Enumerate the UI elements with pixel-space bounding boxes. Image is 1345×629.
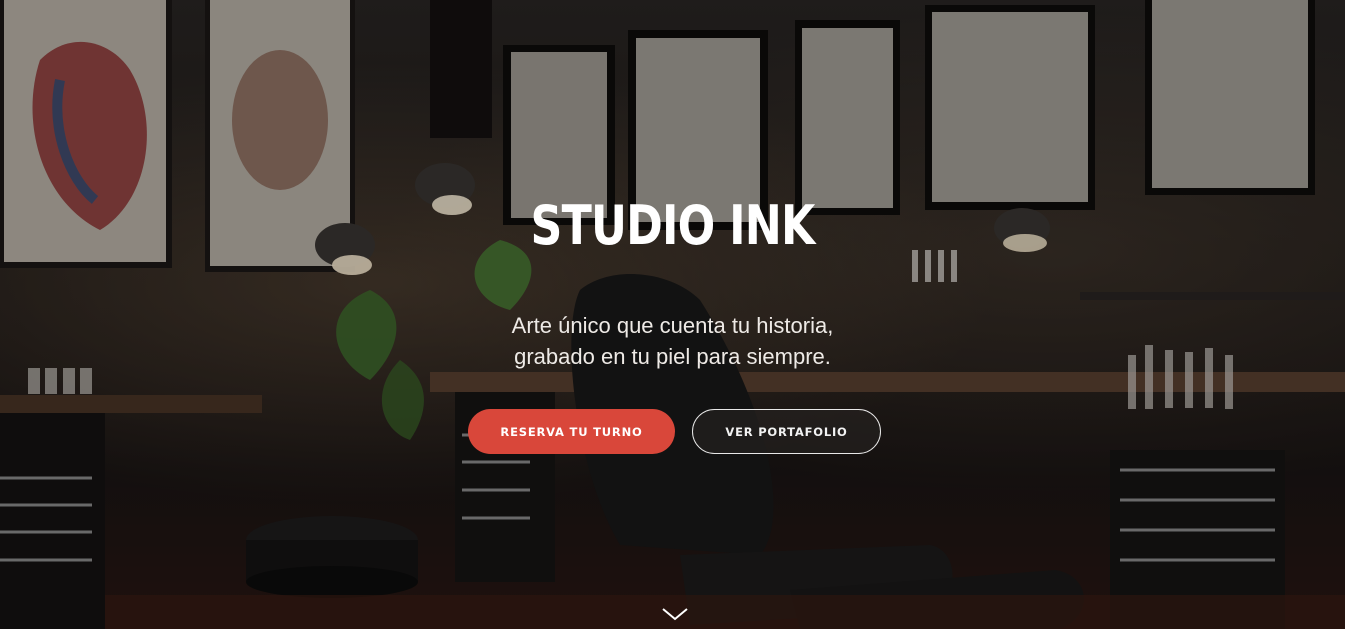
book-appointment-button[interactable]: RESERVA TU TURNO [468, 409, 675, 454]
chevron-down-icon[interactable] [661, 604, 689, 624]
view-portfolio-button[interactable]: VER PORTAFOLIO [692, 409, 881, 454]
hero-title: STUDIO INK [530, 194, 815, 257]
hero-section: STUDIO INK Arte único que cuenta tu hist… [0, 0, 1345, 629]
hero-content: STUDIO INK Arte único que cuenta tu hist… [0, 0, 1345, 629]
hero-subtitle-line-1: Arte único que cuenta tu historia, [511, 313, 834, 338]
hero-subtitle-line-2: grabado en tu piel para siempre. [514, 344, 831, 369]
hero-subtitle: Arte único que cuenta tu historia, graba… [0, 310, 1345, 372]
